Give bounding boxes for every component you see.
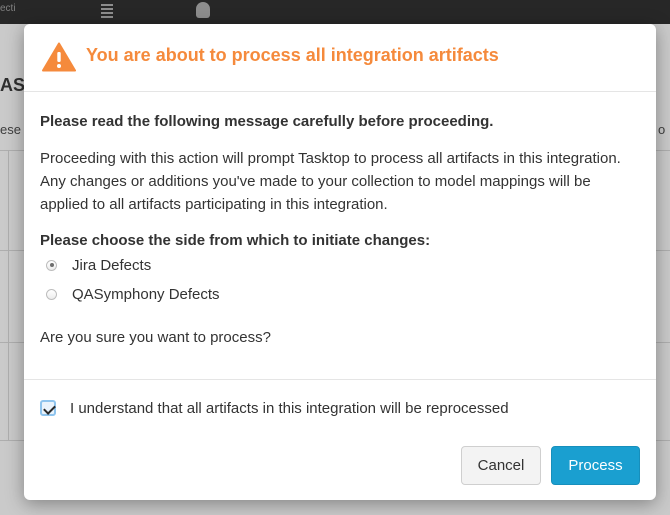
- warning-triangle-icon: [42, 42, 76, 72]
- dialog-header: You are about to process all integration…: [24, 24, 656, 92]
- cancel-button[interactable]: Cancel: [461, 446, 541, 485]
- option-label: QASymphony Defects: [72, 285, 220, 303]
- choose-side-heading: Please choose the side from which to ini…: [40, 232, 431, 249]
- radio-qasymphony-defects[interactable]: [46, 288, 57, 300]
- acknowledge-checkbox[interactable]: [40, 400, 56, 416]
- radio-jira-defects[interactable]: [46, 259, 57, 271]
- option-jira-defects[interactable]: Jira Defects: [46, 255, 151, 275]
- option-label: Jira Defects: [72, 256, 152, 274]
- option-qasymphony-defects[interactable]: QASymphony Defects: [46, 284, 220, 304]
- dialog-message: Proceeding with this action will prompt …: [40, 150, 621, 213]
- process-button[interactable]: Process: [551, 446, 640, 485]
- acknowledge-label: I understand that all artifacts in this …: [70, 399, 509, 417]
- confirm-question: Are you sure you want to process?: [40, 329, 271, 346]
- read-carefully-heading: Please read the following message carefu…: [40, 113, 494, 130]
- dialog-title: You are about to process all integration…: [86, 45, 499, 65]
- acknowledge-row[interactable]: I understand that all artifacts in this …: [40, 397, 509, 419]
- process-dialog: You are about to process all integration…: [24, 24, 656, 500]
- dialog-divider: [24, 379, 656, 380]
